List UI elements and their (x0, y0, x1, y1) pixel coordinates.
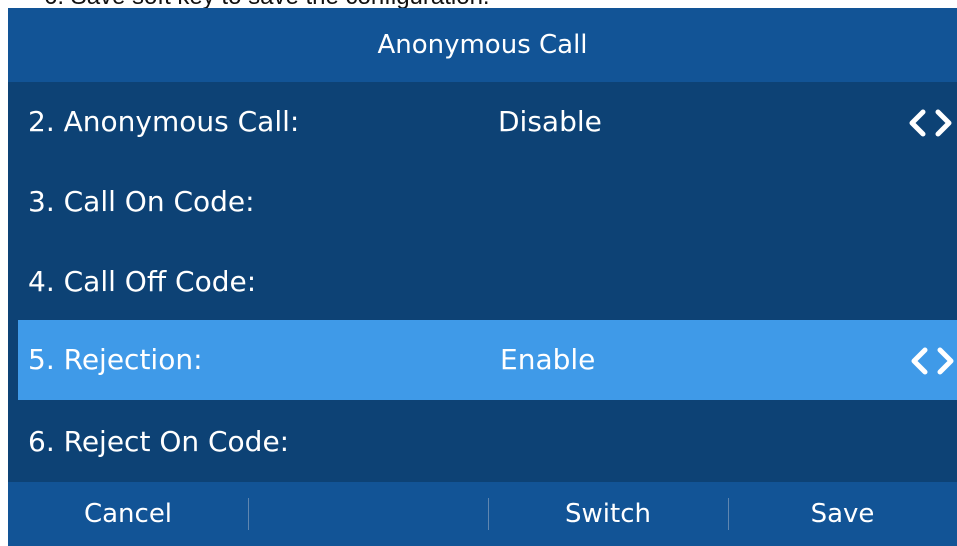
window-title: Anonymous Call (377, 30, 588, 60)
menu-row-reject-on-code[interactable]: 6. Reject On Code: (8, 402, 957, 482)
row-label: 5. Rejection: (28, 343, 203, 376)
caption-text: 6. Save soft key to save the configurati… (0, 0, 957, 8)
menu-row-anonymous-call[interactable]: 2. Anonymous Call: Disable (8, 82, 957, 162)
softkey-bar: Cancel Switch Save (8, 482, 957, 546)
left-right-chevron-icon[interactable] (907, 346, 957, 376)
row-value: Enable (500, 343, 596, 376)
left-right-chevron-icon[interactable] (905, 108, 955, 138)
row-label: 3. Call On Code: (28, 185, 255, 218)
row-label: 2. Anonymous Call: (28, 105, 300, 138)
menu-row-call-off-code[interactable]: 4. Call Off Code: (8, 242, 957, 322)
row-value: Disable (498, 105, 602, 138)
phone-screen: Anonymous Call 2. Anonymous Call: Disabl… (8, 8, 957, 546)
menu-row-rejection[interactable]: 5. Rejection: Enable (18, 320, 957, 400)
row-label: 6. Reject On Code: (28, 425, 290, 458)
menu-row-call-on-code[interactable]: 3. Call On Code: (8, 162, 957, 242)
save-softkey[interactable]: Save (728, 482, 957, 546)
switch-softkey[interactable]: Switch (488, 482, 728, 546)
title-bar: Anonymous Call (8, 8, 957, 82)
softkey-divider (248, 498, 249, 530)
row-label: 4. Call Off Code: (28, 265, 257, 298)
cancel-softkey[interactable]: Cancel (8, 482, 248, 546)
